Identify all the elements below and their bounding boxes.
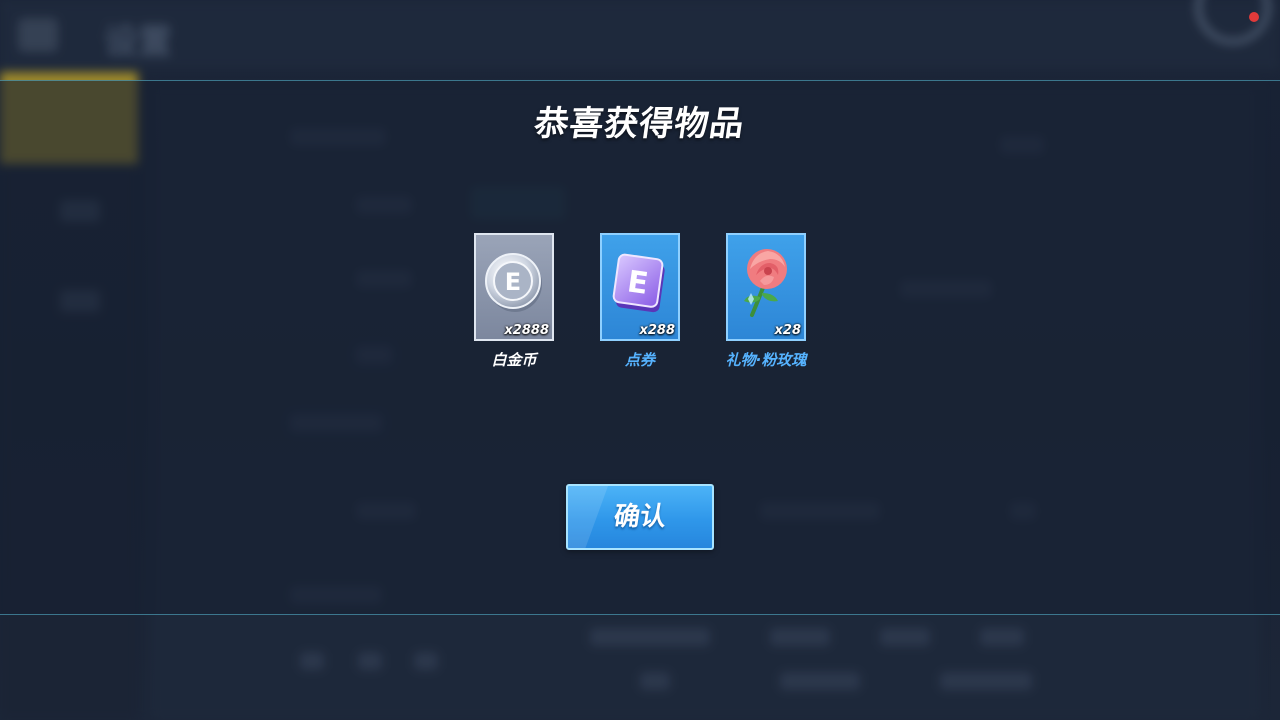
background-topbar — [0, 0, 1280, 70]
reward-item-voucher[interactable]: E x288 点券 — [600, 233, 680, 370]
background-row — [980, 628, 1024, 646]
reward-item-platinum-coin[interactable]: E x2888 白金币 — [474, 233, 554, 370]
game-screen: 设置 恭喜获得物品 E x2888 白金币 E x288 点券 x28 礼物·粉… — [0, 0, 1280, 720]
confirm-button[interactable]: 确认 — [566, 484, 714, 550]
confirm-button-label: 确认 — [611, 502, 669, 532]
background-row — [880, 628, 930, 646]
reward-name: 白金币 — [491, 351, 537, 369]
back-icon — [18, 18, 58, 52]
background-page-title: 设置 — [104, 22, 172, 62]
background-row — [590, 628, 710, 646]
reward-name: 礼物·粉玫瑰 — [725, 351, 807, 369]
reward-tile[interactable]: x28 — [726, 233, 806, 341]
pink-rose-icon — [744, 249, 787, 317]
background-row — [358, 652, 382, 670]
background-row — [414, 652, 438, 670]
reward-quantity: x2888 — [504, 323, 549, 338]
background-row — [640, 672, 670, 690]
background-row — [940, 672, 1032, 690]
reward-quantity: x28 — [774, 323, 801, 338]
reward-name: 点券 — [624, 351, 655, 369]
background-row — [780, 672, 860, 690]
notification-dot — [1249, 12, 1259, 22]
reward-quantity: x288 — [639, 323, 675, 338]
platinum-coin-icon: E — [485, 253, 542, 312]
voucher-icon: E — [612, 253, 665, 313]
reward-item-pink-rose[interactable]: x28 礼物·粉玫瑰 — [726, 233, 806, 370]
modal-title: 恭喜获得物品 — [531, 104, 748, 144]
reward-tile[interactable]: E x288 — [600, 233, 680, 341]
background-row — [300, 652, 324, 670]
svg-text:E: E — [505, 268, 521, 296]
background-row — [770, 628, 830, 646]
reward-tile[interactable]: E x2888 — [474, 233, 554, 341]
